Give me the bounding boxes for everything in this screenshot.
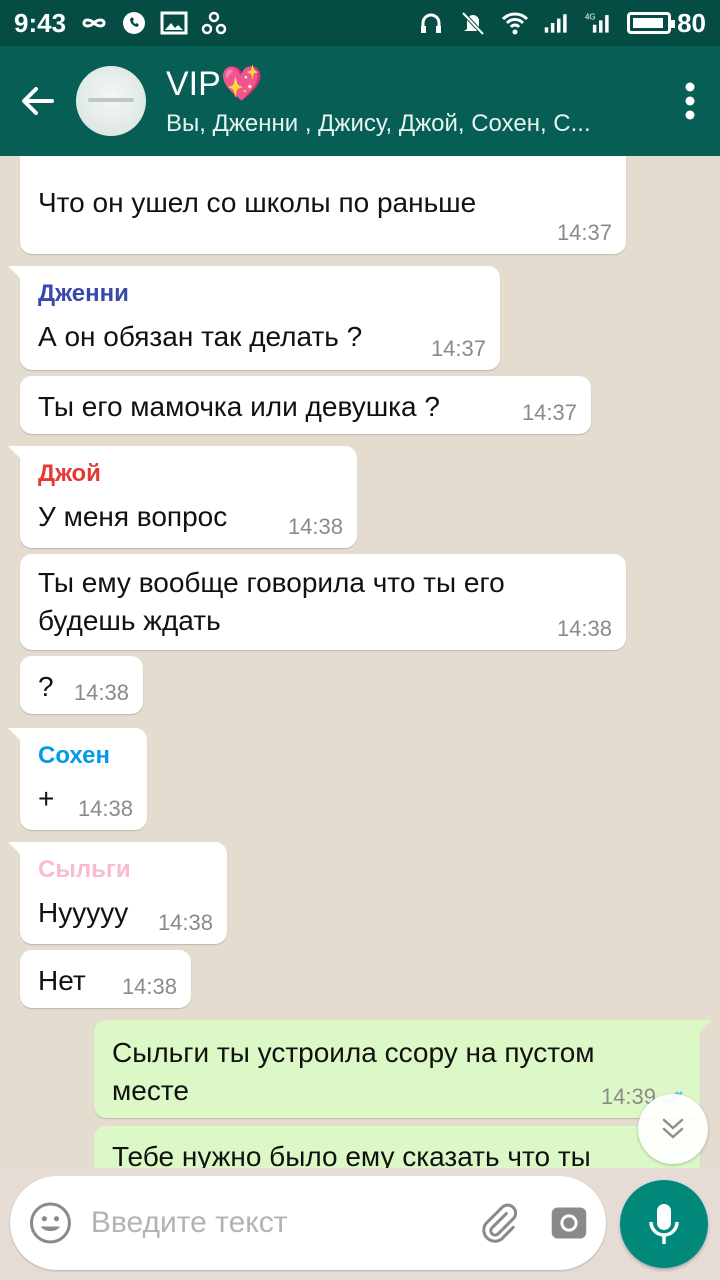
message-text: Ты его мамочка или девушка ? xyxy=(38,391,440,422)
message-bubble[interactable]: Нет 14:38 xyxy=(20,950,191,1008)
attach-icon[interactable] xyxy=(477,1198,520,1248)
emoji-icon[interactable] xyxy=(28,1197,73,1249)
message-sender: Джой xyxy=(38,460,101,487)
message-bubble[interactable]: ? 14:38 xyxy=(20,656,143,714)
message-time: 14:38 xyxy=(287,514,343,539)
back-arrow-icon xyxy=(22,87,54,115)
gallery-icon xyxy=(160,11,188,35)
signal-icon xyxy=(544,14,567,33)
group-members: Вы, Дженни , Джису, Джой, Сохен, С... xyxy=(166,110,591,137)
signal-4g-icon: 4G xyxy=(585,13,609,33)
message-text-line: Сыльги ты устроила ссору на пустом xyxy=(112,1037,595,1068)
status-time: 9:43 xyxy=(14,7,67,38)
share-icon xyxy=(201,11,227,35)
message-bubble[interactable]: Сыльги Нууууу 14:38 xyxy=(8,842,227,944)
more-options-button[interactable] xyxy=(660,46,720,156)
camera-icon[interactable] xyxy=(550,1201,588,1245)
group-title: VIP💖 xyxy=(166,65,264,103)
back-button[interactable] xyxy=(0,46,76,156)
message-time: 14:37 xyxy=(521,400,577,425)
message-time: 14:38 xyxy=(73,680,129,705)
message-time: 14:38 xyxy=(77,796,133,821)
message-time: 14:38 xyxy=(556,616,612,641)
chat-header: VIP💖 Вы, Дженни , Джису, Джой, Сохен, С.… xyxy=(0,46,720,156)
message-bubble[interactable]: Сохен + 14:38 xyxy=(8,728,147,830)
message-bubble-outgoing[interactable]: Сыльги ты устроила ссору на пустом месте… xyxy=(94,1020,712,1118)
message-bubble[interactable]: Ты его мамочка или девушка ? 14:37 xyxy=(20,376,591,434)
message-text: Тебе нужно было ему сказать что ты xyxy=(112,1141,591,1168)
network-label: 4G xyxy=(585,13,595,22)
message-time: 14:37 xyxy=(556,220,612,245)
message-bubble[interactable]: Что он ушел со школы по раньше 14:37 xyxy=(20,156,626,254)
battery-indicator: 80 xyxy=(627,8,706,39)
whatsapp-icon xyxy=(123,12,146,34)
message-text-line: будешь ждать xyxy=(38,605,221,636)
battery-level: 80 xyxy=(677,7,706,38)
message-sender: Дженни xyxy=(38,280,129,307)
message-time: 14:38 xyxy=(157,910,213,935)
status-bar: 9:43 4G 80 xyxy=(0,0,720,46)
message-bubble[interactable]: Дженни А он обязан так делать ? 14:37 xyxy=(8,266,500,370)
voice-record-button[interactable] xyxy=(620,1180,708,1268)
message-time: 14:38 xyxy=(121,974,177,999)
more-vert-icon xyxy=(685,82,695,120)
message-bubble-outgoing[interactable]: Тебе нужно было ему сказать что ты xyxy=(94,1126,700,1168)
group-avatar[interactable] xyxy=(76,66,146,136)
message-text-line: Ты ему вообще говорила что ты его xyxy=(38,567,505,598)
message-sender: Сохен xyxy=(38,742,110,769)
message-text: А он обязан так делать ? xyxy=(38,321,363,352)
message-sender: Сыльги xyxy=(38,856,131,883)
wifi-icon xyxy=(502,12,529,35)
double-chevron-down-icon xyxy=(662,1118,684,1139)
mic-icon xyxy=(649,1204,679,1244)
message-text-line: месте xyxy=(112,1075,189,1106)
headset-icon xyxy=(421,13,442,33)
battery-icon xyxy=(627,12,676,34)
infinity-icon xyxy=(82,18,106,28)
status-right-icons: 4G 80 xyxy=(417,8,706,39)
status-left-icons xyxy=(80,10,228,36)
message-bubble[interactable]: Ты ему вообще говорила что ты его будешь… xyxy=(20,554,626,650)
message-text: Что он ушел со школы по раньше xyxy=(38,187,477,218)
message-input[interactable] xyxy=(90,1206,477,1240)
message-composer xyxy=(10,1176,606,1270)
muted-bell-icon xyxy=(461,11,485,36)
chat-messages[interactable]: Что он ушел со школы по раньше 14:37 Дже… xyxy=(0,156,720,1168)
scroll-to-bottom-button[interactable] xyxy=(638,1094,708,1164)
message-time: 14:37 xyxy=(430,336,486,361)
message-bubble[interactable]: Джой У меня вопрос 14:38 xyxy=(8,446,357,548)
group-info[interactable]: VIP💖 Вы, Дженни , Джису, Джой, Сохен, С.… xyxy=(166,64,660,138)
